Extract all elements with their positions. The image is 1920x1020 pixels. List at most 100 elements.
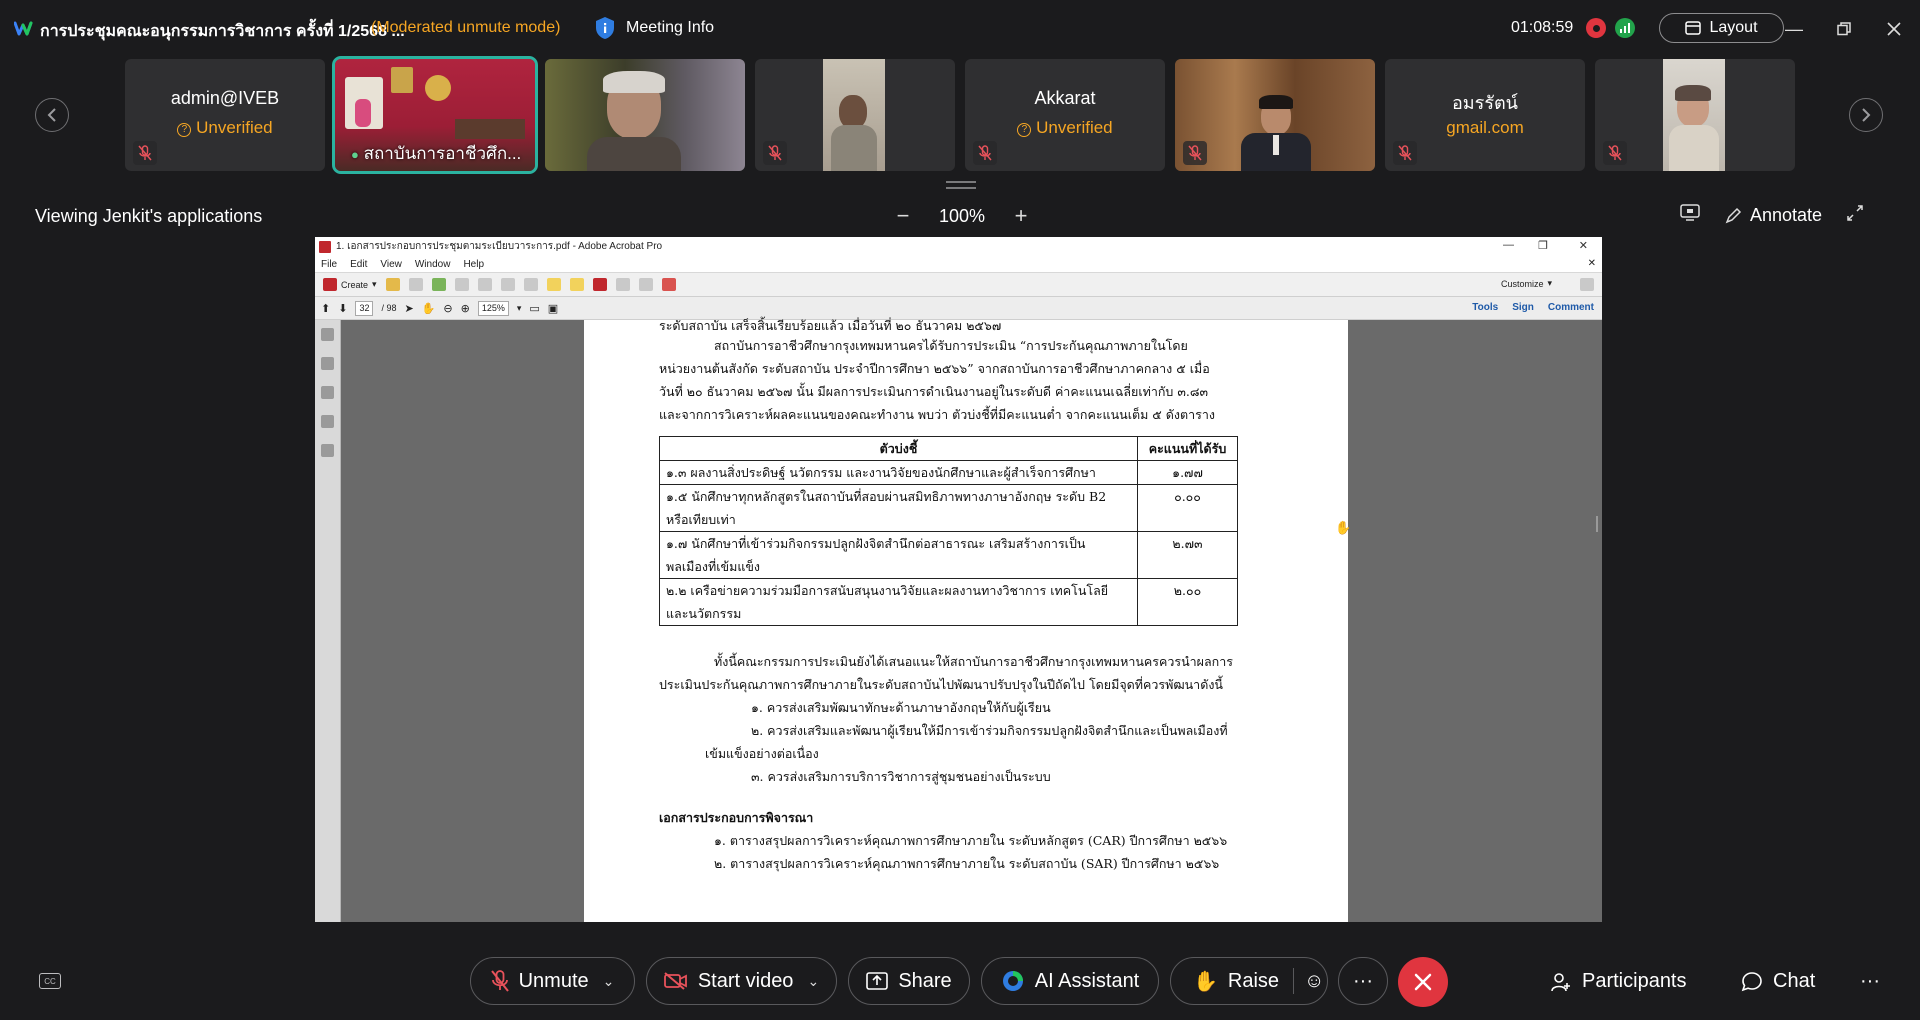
layers-icon[interactable] <box>321 415 334 428</box>
ai-assistant-label: AI Assistant <box>1034 969 1140 992</box>
highlight-icon[interactable] <box>569 278 584 291</box>
overflow-menu-button[interactable]: ··· <box>1860 970 1880 993</box>
save-icon[interactable] <box>408 278 423 291</box>
chevron-down-icon[interactable]: ⌄ <box>603 973 615 990</box>
start-video-button[interactable]: Start video ⌄ <box>646 957 837 1005</box>
menu-window[interactable]: Window <box>415 259 451 270</box>
open-icon[interactable] <box>385 278 400 291</box>
more-options-button[interactable]: ··· <box>1338 957 1388 1005</box>
unmute-button[interactable]: Unmute ⌄ <box>470 957 635 1005</box>
participants-label: Participants <box>1582 970 1687 992</box>
hand-tool-icon[interactable]: ✋ <box>422 302 436 315</box>
leave-meeting-button[interactable] <box>1398 957 1448 1007</box>
comment-icon[interactable] <box>546 278 561 291</box>
meeting-info-button[interactable]: Meeting Info <box>594 16 714 40</box>
closed-captions-icon[interactable]: CC <box>39 973 61 989</box>
menu-view[interactable]: View <box>380 259 402 270</box>
zoom-out-button[interactable]: − <box>893 203 913 229</box>
table-row: ๑.๓ ผลงานสิ่งประดิษฐ์ นวัตกรรม และงานวิจ… <box>659 460 1238 485</box>
participants-button[interactable]: Participants <box>1550 970 1687 993</box>
annotate-button[interactable]: Annotate <box>1724 205 1822 226</box>
fit-width-icon[interactable]: ▣ <box>548 302 558 315</box>
participant-tile-active[interactable]: ● สถาบันการอาชีวศึก... <box>332 56 538 174</box>
expand-toolbar-icon[interactable] <box>1580 278 1594 291</box>
prev-page-icon[interactable]: ⬆ <box>321 302 330 315</box>
review-icon[interactable] <box>661 278 676 291</box>
next-page-icon[interactable]: ⬇ <box>338 302 347 315</box>
chevron-down-icon[interactable]: ⌄ <box>807 973 819 990</box>
participant-tile[interactable] <box>755 59 955 171</box>
chat-button[interactable]: Chat <box>1741 970 1815 993</box>
participant-tile[interactable] <box>1595 59 1795 171</box>
recommendation-item: ๑. ควรส่งเสริมพัฒนาทักษะด้านภาษาอังกฤษให… <box>751 700 1051 715</box>
participant-tile[interactable]: Akkarat ? Unverified <box>965 59 1165 171</box>
table-row: ๒.๒ เครือข่ายความร่วมมือการสนับสนุนงานวิ… <box>659 578 1238 626</box>
tools-link[interactable]: Tools <box>1472 302 1498 313</box>
close-icon[interactable] <box>1879 14 1909 44</box>
create-button[interactable]: Create ▾ <box>323 278 377 291</box>
indicator-cell: ๑.๗ นักศึกษาที่เข้าร่วมกิจกรรมปลูกฝังจิต… <box>659 531 1138 579</box>
mic-muted-icon <box>133 141 157 165</box>
combine-icon[interactable] <box>615 278 630 291</box>
doc-paragraph-line: ทั้งนี้คณะกรรมการประเมินยังได้เสนอแนะให้… <box>714 654 1233 669</box>
scrollbar[interactable] <box>1596 516 1598 532</box>
attachments-icon[interactable] <box>321 386 334 399</box>
settings-icon[interactable] <box>523 278 538 291</box>
share-button[interactable]: Share <box>848 957 970 1005</box>
layout-button[interactable]: Layout <box>1659 13 1784 43</box>
email-icon[interactable] <box>500 278 515 291</box>
comment-link[interactable]: Comment <box>1548 302 1594 313</box>
participant-status: ? Unverified <box>125 118 325 138</box>
minimize-icon[interactable]: — <box>1779 14 1809 44</box>
menu-edit[interactable]: Edit <box>350 259 367 270</box>
participant-tile[interactable] <box>1175 59 1375 171</box>
menu-file[interactable]: File <box>321 259 337 270</box>
participant-tile[interactable]: admin@IVEB ? Unverified <box>125 59 325 171</box>
cloud-icon[interactable] <box>431 278 446 291</box>
network-signal-icon[interactable] <box>1615 18 1635 38</box>
filmstrip-prev-button[interactable] <box>35 98 69 132</box>
raise-hand-button[interactable]: ✋ Raise ☺ <box>1170 957 1328 1005</box>
participant-video <box>545 59 745 171</box>
page-number-input[interactable]: 32 <box>355 300 374 316</box>
zoom-in-button[interactable]: + <box>1011 203 1031 229</box>
acrobat-close-icon[interactable]: ✕ <box>1579 239 1588 252</box>
edit-icon[interactable] <box>477 278 492 291</box>
restore-icon[interactable] <box>1829 14 1859 44</box>
fullscreen-button[interactable] <box>1846 204 1864 227</box>
participant-tile[interactable] <box>545 59 745 171</box>
title-bar: การประชุมคณะอนุกรรมการวิชาการ ครั้งที่ 1… <box>0 0 1920 58</box>
webex-logo-icon <box>14 21 33 36</box>
resize-handle[interactable] <box>946 181 976 189</box>
filmstrip-next-button[interactable] <box>1849 98 1883 132</box>
export-icon[interactable] <box>638 278 653 291</box>
page-thumbnails-icon[interactable] <box>321 328 334 341</box>
doc-close-icon[interactable]: ✕ <box>1588 258 1596 269</box>
acrobat-title-bar: 1. เอกสารประกอบการประชุมตามระเบียบวาระกา… <box>315 237 1602 256</box>
document-list-item: ๒. ตารางสรุปผลการวิเคราะห์คุณภาพการศึกษา… <box>714 856 1220 871</box>
zoom-in-icon[interactable]: ⊕ <box>461 302 470 315</box>
signatures-icon[interactable] <box>321 444 334 457</box>
select-tool-icon[interactable]: ➤ <box>404 302 413 315</box>
bookmarks-icon[interactable] <box>321 357 334 370</box>
fit-page-icon[interactable]: ▭ <box>529 302 539 315</box>
zoom-dropdown-icon[interactable]: ▾ <box>517 303 522 314</box>
customize-dropdown[interactable]: Customize ▾ <box>1501 278 1552 289</box>
print-icon[interactable] <box>454 278 469 291</box>
participant-tile[interactable]: อมรรัตน์ gmail.com <box>1385 59 1585 171</box>
reactions-icon[interactable]: ☺ <box>1304 970 1324 993</box>
remote-control-button[interactable] <box>1680 204 1700 227</box>
pdf-tool-icon[interactable] <box>592 278 607 291</box>
zoom-out-icon[interactable]: ⊖ <box>443 302 452 315</box>
acrobat-minimize-icon[interactable]: — <box>1503 239 1514 251</box>
zoom-select[interactable]: 125% <box>477 300 509 316</box>
score-cell: ๑.๗๗ <box>1137 460 1238 485</box>
share-tools: Annotate <box>1680 204 1864 227</box>
recording-icon[interactable] <box>1586 18 1606 38</box>
share-label: Share <box>898 969 952 992</box>
acrobat-restore-icon[interactable]: ❐ <box>1538 239 1548 252</box>
score-cell: ๒.๗๓ <box>1137 531 1238 579</box>
ai-assistant-button[interactable]: AI Assistant <box>981 957 1159 1005</box>
sign-link[interactable]: Sign <box>1512 302 1534 313</box>
menu-help[interactable]: Help <box>463 259 484 270</box>
